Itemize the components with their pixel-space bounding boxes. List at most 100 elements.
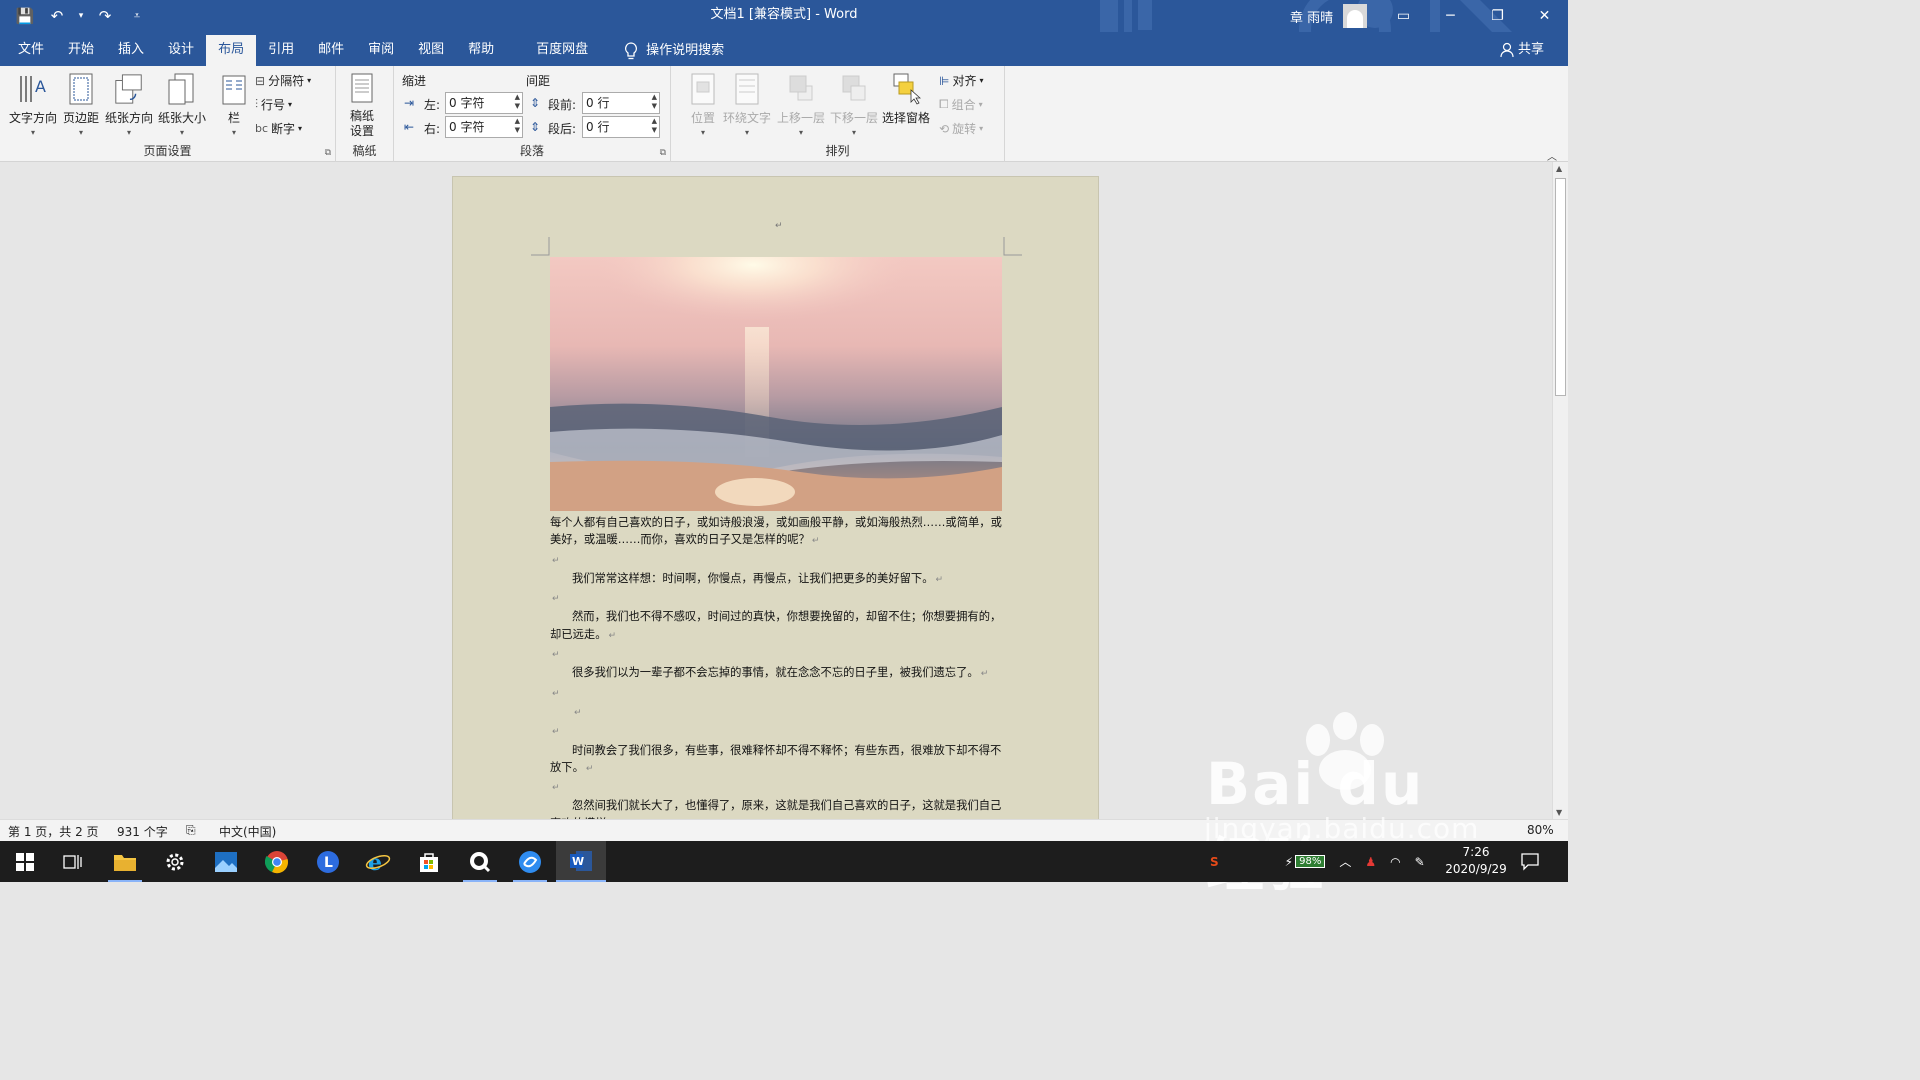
word-count[interactable]: 931 个字	[117, 823, 168, 840]
tab-help[interactable]: 帮助	[456, 35, 506, 66]
indent-left-input[interactable]: 0 字符 ▲ ▼	[445, 92, 523, 114]
document-page[interactable]: ↵ 每个人都有自己喜欢的日子，或如诗般浪漫，或如画般平静，或如海般热烈……或简单…	[452, 176, 1099, 819]
tab-layout[interactable]: 布局	[206, 35, 257, 66]
l-app-taskbar-button[interactable]: L	[303, 841, 353, 882]
clock-date: 2020/9/29	[1445, 862, 1507, 876]
vertical-scrollbar[interactable]: ▲ ▼	[1552, 162, 1568, 819]
collapse-ribbon-icon[interactable]: ︿	[1547, 148, 1557, 163]
hyphenation-label: 断字	[271, 122, 296, 136]
undo-dropdown-icon[interactable]: ▾	[76, 3, 86, 29]
battery-indicator[interactable]: ⚡ 98%	[1285, 855, 1326, 869]
minimize-button[interactable]: ─	[1427, 0, 1474, 32]
avatar[interactable]	[1343, 4, 1368, 28]
chevron-up-icon[interactable]: ︿	[1339, 853, 1351, 870]
spacing-after-input[interactable]: 0 行 ▲ ▼	[582, 116, 660, 138]
bring-forward-button[interactable]: 上移一层 ▾	[777, 72, 825, 137]
svg-text:L: L	[324, 855, 333, 871]
scroll-down-icon[interactable]: ▼	[1556, 808, 1562, 817]
text-direction-button[interactable]: A 文字方向 ▾	[9, 72, 57, 137]
save-icon[interactable]: 💾	[12, 3, 38, 29]
tab-design[interactable]: 设计	[156, 35, 206, 66]
notification-icon[interactable]	[1520, 851, 1540, 871]
spinner-arrows-icon[interactable]: ▲ ▼	[515, 93, 520, 111]
paragraph: ↵	[550, 645, 1005, 664]
spacing-before-input[interactable]: 0 行 ▲ ▼	[582, 92, 660, 114]
photos-taskbar-button[interactable]	[201, 841, 251, 882]
sogou-ime-icon[interactable]: S	[1210, 855, 1219, 869]
ie-taskbar-button[interactable]: e	[353, 841, 403, 882]
feishu-taskbar-button[interactable]	[505, 841, 555, 882]
scrollbar-thumb[interactable]	[1555, 178, 1566, 396]
customize-qat-icon[interactable]: ⩡	[124, 3, 150, 29]
language[interactable]: 中文(中国)	[219, 823, 276, 840]
window-controls: ▭ ─ ❐ ✕	[1380, 0, 1568, 32]
columns-button[interactable]: 栏 ▾	[218, 72, 250, 137]
orientation-button[interactable]: 纸张方向 ▾	[105, 72, 153, 137]
line-numbers-icon: ⫶	[255, 97, 259, 111]
swirl-app-icon	[519, 850, 541, 873]
tab-insert[interactable]: 插入	[106, 35, 156, 66]
svg-text:e: e	[368, 850, 382, 874]
tab-mailings[interactable]: 邮件	[306, 35, 356, 66]
text-direction-icon: A	[20, 76, 46, 102]
store-taskbar-button[interactable]	[404, 841, 454, 882]
file-explorer-taskbar-button[interactable]	[100, 841, 150, 882]
ribbon-display-options-button[interactable]: ▭	[1380, 0, 1427, 32]
tab-references[interactable]: 引用	[256, 35, 306, 66]
spacing-before-value: 0 行	[586, 96, 610, 110]
beach-sunset-image[interactable]	[550, 257, 1002, 511]
tab-file[interactable]: 文件	[6, 35, 56, 66]
selection-pane-button[interactable]: 选择窗格	[882, 72, 930, 126]
document-body[interactable]: 每个人都有自己喜欢的日子，或如诗般浪漫，或如画般平静，或如海般热烈……或简单，或…	[550, 514, 1005, 819]
pen-icon[interactable]: ✎	[1415, 855, 1425, 869]
group-button[interactable]: ⧠ 组合 ▾	[939, 96, 983, 113]
restore-button[interactable]: ❐	[1474, 0, 1521, 32]
task-view-button[interactable]	[48, 841, 98, 882]
tab-review[interactable]: 审阅	[356, 35, 406, 66]
spinner-arrows-icon[interactable]: ▲ ▼	[515, 117, 520, 135]
system-tray: S ⚡ 98% ︿ ♟ ◠ ✎	[1210, 841, 1425, 882]
paper-size-button[interactable]: 纸张大小 ▾	[158, 72, 206, 137]
spinner-arrows-icon[interactable]: ▲ ▼	[652, 117, 657, 135]
line-numbers-button[interactable]: ⫶ 行号 ▾	[255, 96, 292, 113]
spinner-arrows-icon[interactable]: ▲ ▼	[652, 93, 657, 111]
redo-icon[interactable]: ↷	[92, 3, 118, 29]
tell-me-search[interactable]: 操作说明搜索	[612, 35, 736, 66]
manuscript-settings-button[interactable]: 稿纸 设置	[346, 72, 378, 139]
tab-baidu-netdisk[interactable]: 百度网盘	[524, 35, 600, 66]
page-count[interactable]: 第 1 页，共 2 页	[8, 823, 99, 840]
user-account[interactable]: 章 雨晴	[1290, 0, 1368, 32]
position-button[interactable]: 位置 ▾	[687, 72, 719, 137]
align-button[interactable]: ⊫ 对齐 ▾	[939, 72, 983, 89]
dialog-launcher-icon[interactable]: ⧉	[325, 148, 331, 158]
hyphenation-button[interactable]: bc 断字 ▾	[255, 120, 302, 137]
wrap-text-button[interactable]: 环绕文字 ▾	[723, 72, 771, 137]
ribbon: A 文字方向 ▾ 页边距 ▾ 纸张方向 ▾ 纸张大小 ▾ 栏 ▾ ⊟ 分隔符 ▾	[0, 66, 1568, 162]
tab-home[interactable]: 开始	[56, 35, 106, 66]
chrome-taskbar-button[interactable]	[252, 841, 302, 882]
hyphenation-icon: bc	[255, 122, 269, 135]
q-app-taskbar-button[interactable]	[455, 841, 505, 882]
svg-text:W: W	[572, 855, 584, 868]
indent-right-input[interactable]: 0 字符 ▲ ▼	[445, 116, 523, 138]
task-view-icon	[63, 854, 82, 869]
send-backward-button[interactable]: 下移一层 ▾	[830, 72, 878, 137]
zoom-level[interactable]: 80%	[1527, 823, 1554, 837]
proofing-icon[interactable]: ⎘	[186, 823, 196, 838]
margins-button[interactable]: 页边距 ▾	[63, 72, 99, 137]
word-taskbar-button[interactable]: W	[556, 841, 606, 882]
wifi-icon[interactable]: ◠	[1390, 855, 1400, 869]
clock[interactable]: 7:26 2020/9/29	[1443, 844, 1509, 878]
share-button[interactable]: 共享	[1500, 35, 1544, 65]
scroll-up-icon[interactable]: ▲	[1556, 164, 1562, 173]
tab-view[interactable]: 视图	[406, 35, 456, 66]
settings-taskbar-button[interactable]	[150, 841, 200, 882]
person-tray-icon[interactable]: ♟	[1365, 855, 1376, 869]
selection-pane-label: 选择窗格	[882, 111, 931, 125]
dialog-launcher-icon[interactable]: ⧉	[660, 148, 666, 158]
start-button[interactable]	[0, 841, 50, 882]
rotate-button[interactable]: ⟲ 旋转 ▾	[939, 120, 983, 137]
undo-icon[interactable]: ↶	[44, 3, 70, 29]
breaks-button[interactable]: ⊟ 分隔符 ▾	[255, 72, 311, 89]
close-button[interactable]: ✕	[1521, 0, 1568, 32]
